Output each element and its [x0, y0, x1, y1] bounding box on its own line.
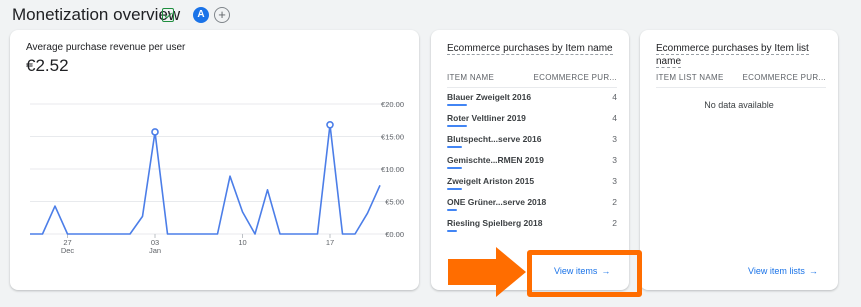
table-row[interactable]: Zweigelt Ariston 2015 3 — [447, 174, 617, 195]
purchase-count: 3 — [612, 155, 617, 165]
purchase-count: 3 — [612, 134, 617, 144]
report-check-icon[interactable] — [162, 8, 174, 22]
annotation-arrow-icon — [448, 247, 526, 297]
purchase-count: 3 — [612, 176, 617, 186]
y-tick-label: €15.00 — [381, 133, 404, 142]
item-name: Zweigelt Ariston 2015 — [447, 176, 535, 186]
column-header-item-list-name[interactable]: ITEM LIST NAME — [656, 73, 724, 82]
x-tick-label: 17 — [326, 238, 334, 247]
data-point-marker — [326, 121, 334, 129]
table-row[interactable]: Blauer Zweigelt 2016 4 — [447, 90, 617, 111]
y-tick-label: €10.00 — [381, 165, 404, 174]
annotation-highlight-box — [527, 250, 642, 297]
table-row[interactable]: Riesling Spielberg 2018 2 — [447, 216, 617, 237]
item-name: Gemischte...RMEN 2019 — [447, 155, 544, 165]
share-bar — [447, 167, 462, 169]
item-lists-card-title: Ecommerce purchases by Item list name — [656, 43, 809, 68]
share-bar — [447, 188, 462, 190]
purchase-count: 2 — [612, 218, 617, 228]
arrow-right-icon: → — [808, 266, 818, 276]
share-bar — [447, 230, 457, 232]
item-name: Roter Veltliner 2019 — [447, 113, 526, 123]
data-point-marker — [151, 128, 159, 136]
purchase-count: 4 — [612, 113, 617, 123]
top-bar: Monetization overview A + — [0, 0, 861, 30]
add-comparison-button[interactable]: + — [214, 7, 230, 23]
header-divider — [447, 87, 617, 88]
y-tick-label: €20.00 — [381, 100, 404, 109]
view-item-lists-link[interactable]: View item lists → — [748, 266, 818, 276]
x-tick-month-label: Jan — [149, 246, 161, 255]
table-row[interactable]: ONE Grüner...serve 2018 2 — [447, 195, 617, 216]
x-tick-month-label: Dec — [61, 246, 75, 255]
y-tick-label: €0.00 — [385, 230, 404, 239]
page-title: Monetization overview — [12, 5, 181, 24]
share-bar — [447, 209, 457, 211]
items-card-title: Ecommerce purchases by Item name — [447, 43, 613, 55]
column-header-item-name[interactable]: ITEM NAME — [447, 73, 494, 82]
avg-revenue-card: Average purchase revenue per user €2.52 … — [10, 30, 419, 290]
no-data-message: No data available — [704, 100, 774, 110]
comparison-avatar[interactable]: A — [193, 7, 209, 23]
share-bar — [447, 146, 462, 148]
table-row[interactable]: Gemischte...RMEN 2019 3 — [447, 153, 617, 174]
x-tick-label: 10 — [238, 238, 246, 247]
table-row[interactable]: Blutspecht...serve 2016 3 — [447, 132, 617, 153]
column-header-purchases[interactable]: ECOMMERCE PUR... — [534, 73, 617, 82]
header-divider — [656, 87, 826, 88]
purchase-count: 4 — [612, 92, 617, 102]
series-line — [30, 124, 381, 235]
y-tick-label: €5.00 — [385, 198, 404, 207]
item-lists-card: Ecommerce purchases by Item list name IT… — [640, 30, 838, 290]
item-name: Riesling Spielberg 2018 — [447, 218, 543, 228]
item-name: Blauer Zweigelt 2016 — [447, 92, 532, 102]
lists-column-headers: ITEM LIST NAME ECOMMERCE PUR... — [656, 73, 826, 85]
table-row[interactable]: Roter Veltliner 2019 4 — [447, 111, 617, 132]
items-column-headers: ITEM NAME ECOMMERCE PUR... — [447, 73, 617, 85]
share-bar — [447, 125, 467, 127]
revenue-line-chart[interactable]: €20.00€15.00€10.00€5.00€0.0027Dec03Jan10… — [10, 30, 419, 290]
item-name: ONE Grüner...serve 2018 — [447, 197, 547, 207]
item-name: Blutspecht...serve 2016 — [447, 134, 542, 144]
share-bar — [447, 104, 467, 106]
column-header-purchases[interactable]: ECOMMERCE PUR... — [743, 73, 826, 82]
purchase-count: 2 — [612, 197, 617, 207]
